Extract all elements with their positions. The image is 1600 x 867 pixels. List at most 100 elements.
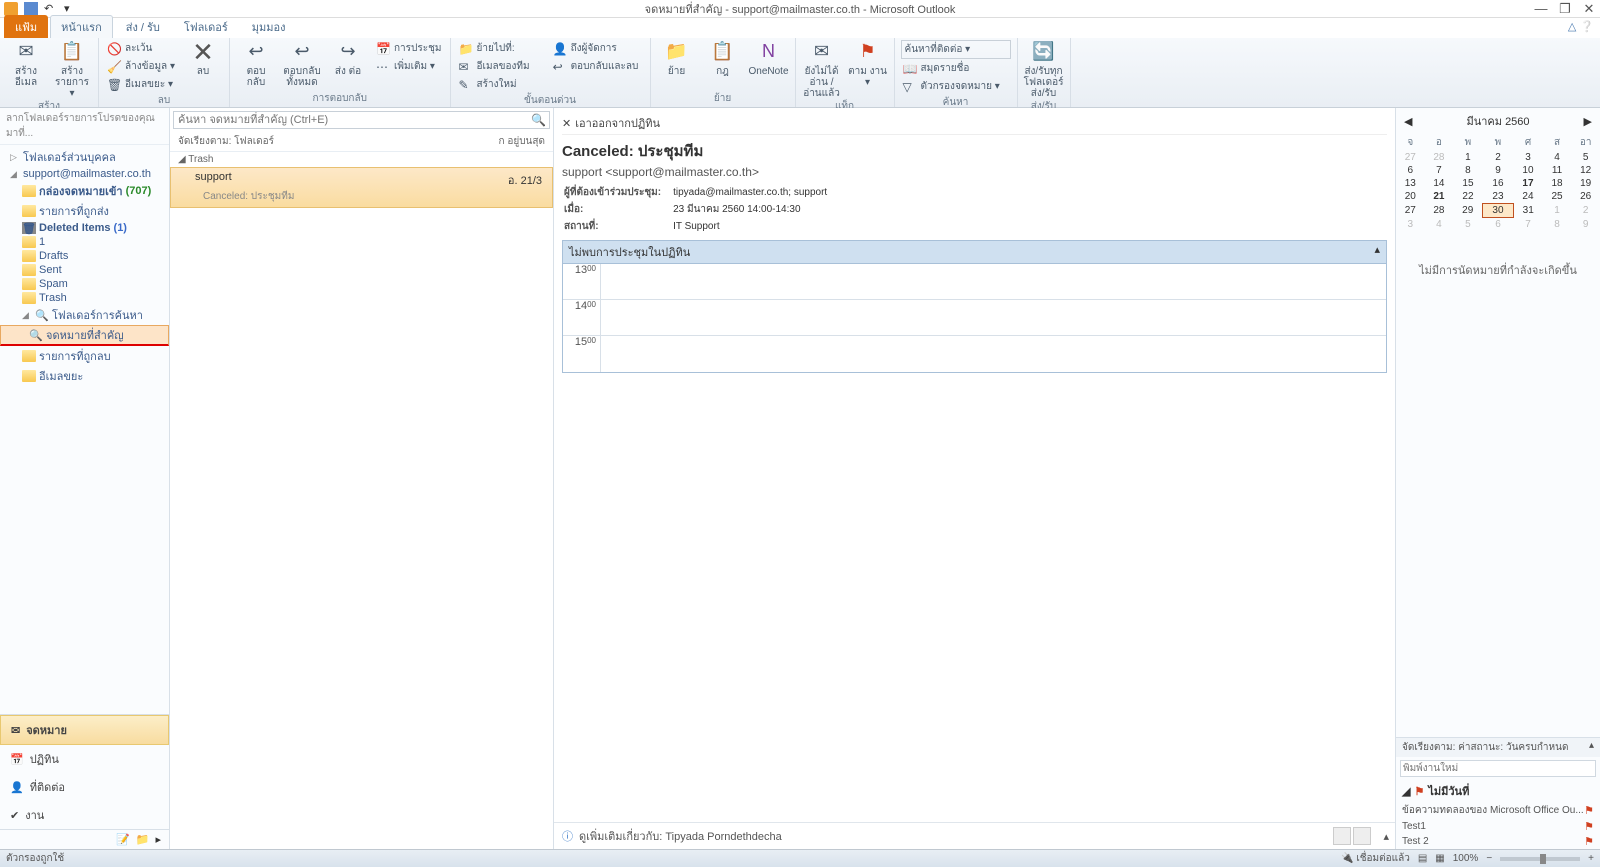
calendar-day[interactable]: 13 (1396, 177, 1425, 190)
followup-button[interactable]: ⚑ตาม งาน ▾ (848, 40, 888, 88)
folder-sent-items[interactable]: รายการที่ถูกส่ง (0, 201, 169, 221)
calendar-day[interactable]: 16 (1483, 177, 1513, 190)
calendar-day[interactable]: 3 (1513, 151, 1543, 164)
calendar-day[interactable]: 9 (1571, 218, 1600, 232)
nav-mail[interactable]: ✉จดหมาย (0, 715, 169, 745)
calendar-day[interactable]: 9 (1483, 164, 1513, 177)
forward-button[interactable]: ↪ส่ง ต่อ (328, 40, 368, 77)
tab-folder[interactable]: โฟลเดอร์ (173, 15, 239, 38)
calendar-day[interactable]: 7 (1513, 218, 1543, 232)
calendar-day[interactable]: 22 (1453, 190, 1483, 204)
save-icon[interactable] (24, 2, 38, 16)
tab-view[interactable]: มุมมอง (241, 15, 297, 38)
new-items-button[interactable]: 📋สร้าง รายการ ▾ (52, 40, 92, 99)
prev-month-button[interactable]: ◀ (1404, 115, 1412, 128)
onenote-button[interactable]: NOneNote (749, 40, 789, 77)
zoom-in-button[interactable]: + (1588, 853, 1594, 864)
search-input[interactable] (173, 111, 550, 129)
minimize-button[interactable]: — (1534, 2, 1548, 16)
close-button[interactable]: ✕ (1582, 2, 1596, 16)
maximize-button[interactable]: ❐ (1558, 2, 1572, 16)
new-email-button[interactable]: ✉สร้าง อีเมล (6, 40, 46, 88)
calendar-day[interactable]: 31 (1513, 204, 1543, 218)
calendar-day[interactable]: 29 (1453, 204, 1483, 218)
calendar-day[interactable]: 17 (1513, 177, 1543, 190)
view-reading-icon[interactable]: ▦ (1435, 853, 1444, 864)
calendar-day[interactable]: 1 (1543, 204, 1572, 218)
list-sort-header[interactable]: จัดเรียงตาม: โฟลเดอร์ ก อยู่บนสุด (170, 132, 553, 152)
calendar-slot-14[interactable] (601, 300, 1386, 335)
calendar-day[interactable]: 6 (1396, 164, 1425, 177)
calendar-day[interactable]: 15 (1453, 177, 1483, 190)
folder-trash[interactable]: Trash (0, 291, 169, 305)
meeting-button[interactable]: 📅การประชุม (374, 40, 444, 57)
calendar-day[interactable]: 8 (1543, 218, 1572, 232)
task-item-3[interactable]: Test 2⚑ (1396, 834, 1600, 849)
ignore-button[interactable]: 🚫ละเว้น (105, 40, 177, 57)
calendar-day[interactable]: 18 (1543, 177, 1572, 190)
folder-deleted-items2[interactable]: รายการที่ถูกลบ (0, 346, 169, 366)
quickstep-replydelete[interactable]: ↩ตอบกลับและลบ (551, 58, 644, 75)
message-item[interactable]: supportอ. 21/3 Canceled: ประชุมทีม (170, 167, 553, 208)
calendar-day[interactable]: 12 (1571, 164, 1600, 177)
calendar-day[interactable]: 21 (1425, 190, 1454, 204)
folder-important-mail[interactable]: 🔍จดหมายที่สำคัญ (0, 325, 169, 346)
task-item-1[interactable]: ข้อความทดลองของ Microsoft Office Ou...⚑ (1396, 802, 1600, 819)
calendar-day[interactable]: 5 (1571, 151, 1600, 164)
quickstep-createnew[interactable]: ✎สร้างใหม่ (457, 76, 545, 93)
folder-junk[interactable]: อีเมลขยะ (0, 366, 169, 386)
move-button[interactable]: 📁ย้าย (657, 40, 697, 77)
reply-button[interactable]: ↩ตอบ กลับ (236, 40, 276, 88)
calendar-day[interactable]: 11 (1543, 164, 1572, 177)
folder-1[interactable]: 1 (0, 235, 169, 249)
calendar-slot-13[interactable] (601, 264, 1386, 299)
folder-sent[interactable]: Sent (0, 263, 169, 277)
nav-tasks[interactable]: ✔งาน (0, 801, 169, 829)
calendar-day[interactable]: 10 (1513, 164, 1543, 177)
next-month-button[interactable]: ▶ (1584, 115, 1592, 128)
help-icon[interactable]: ❔ (1580, 20, 1594, 33)
calendar-day[interactable]: 3 (1396, 218, 1425, 232)
find-contact-input[interactable]: ค้นหาที่ติดต่อ ▾ (901, 40, 1011, 59)
cleanup-button[interactable]: 🧹ล้างข้อมูล ▾ (105, 58, 177, 75)
tab-file[interactable]: แฟ้ม (4, 15, 48, 38)
calendar-day[interactable]: 2 (1483, 151, 1513, 164)
message-group-header[interactable]: ◢ Trash (170, 152, 553, 167)
calendar-day[interactable]: 7 (1425, 164, 1454, 177)
filter-email-button[interactable]: ▽ตัวกรองจดหมาย ▾ (901, 78, 1011, 95)
calendar-slot-15[interactable] (601, 336, 1386, 372)
rules-button[interactable]: 📋กฎ (703, 40, 743, 77)
calendar-day[interactable]: 19 (1571, 177, 1600, 190)
zoom-slider[interactable] (1500, 857, 1580, 861)
folder-spam[interactable]: Spam (0, 277, 169, 291)
calendar-day[interactable]: 1 (1453, 151, 1483, 164)
calendar-day[interactable]: 20 (1396, 190, 1425, 204)
calendar-day[interactable]: 4 (1543, 151, 1572, 164)
calendar-day[interactable]: 14 (1425, 177, 1454, 190)
folder-inbox[interactable]: กล่องจดหมายเข้า (707) (0, 181, 169, 201)
delete-button[interactable]: ✕ลบ (183, 40, 223, 77)
calendar-day[interactable]: 4 (1425, 218, 1454, 232)
folder-account[interactable]: ◢support@mailmaster.co.th (0, 167, 169, 181)
nav-calendar[interactable]: 📅ปฏิทิน (0, 745, 169, 773)
calendar-day[interactable]: 28 (1425, 151, 1454, 164)
more-respond-button[interactable]: ⋯เพิ่มเติม ▾ (374, 58, 444, 75)
zoom-out-button[interactable]: − (1486, 853, 1492, 864)
nav-contacts[interactable]: 👤ที่ติดต่อ (0, 773, 169, 801)
expand-people-icon[interactable]: ▴ (1383, 830, 1389, 843)
tab-sendreceive[interactable]: ส่ง / รับ (115, 15, 171, 38)
scroll-up-icon[interactable]: ▴ (1374, 243, 1380, 261)
junk-button[interactable]: 🗑อีเมลขยะ ▾ (105, 76, 177, 93)
calendar-day[interactable]: 27 (1396, 151, 1425, 164)
calendar-day[interactable]: 5 (1453, 218, 1483, 232)
calendar-day[interactable]: 8 (1453, 164, 1483, 177)
tab-home[interactable]: หน้าแรก (50, 15, 113, 38)
undo-icon[interactable]: ↶ (44, 2, 58, 16)
folder-personal[interactable]: ▷โฟลเดอร์ส่วนบุคคล (0, 147, 169, 167)
new-task-input[interactable] (1400, 760, 1596, 777)
calendar-day[interactable]: 24 (1513, 190, 1543, 204)
calendar-day[interactable]: 27 (1396, 204, 1425, 218)
folder-search-folders[interactable]: ◢🔍โฟลเดอร์การค้นหา (0, 305, 169, 325)
calendar-day[interactable]: 25 (1543, 190, 1572, 204)
task-group-header[interactable]: ◢⚑ไม่มีวันที่ (1396, 780, 1600, 802)
